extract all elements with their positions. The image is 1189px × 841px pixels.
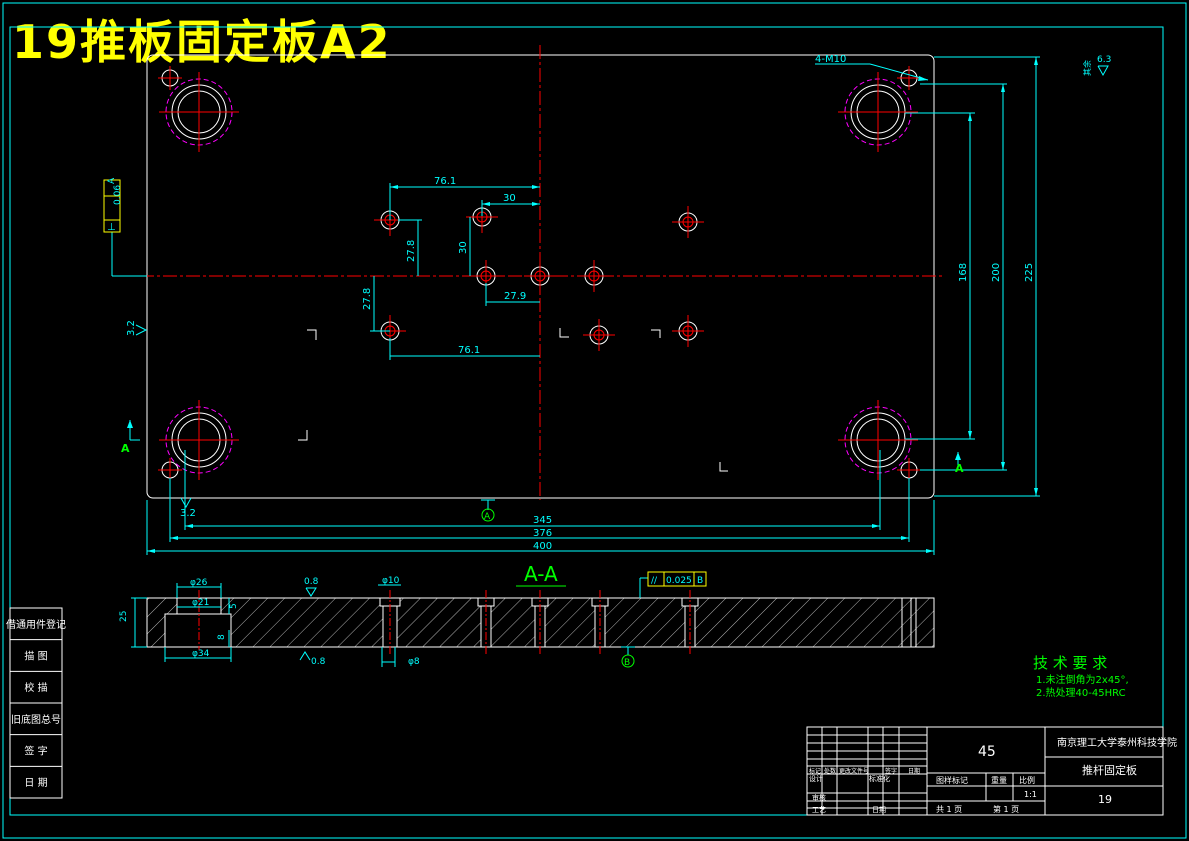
tb-design: 设计 [809,774,823,783]
roughness-bottom: 3.2 [180,508,196,519]
par-value: 0.025 [666,576,692,586]
tb-row-2: 处数 [824,767,836,775]
technical-requirements: 技 术 要 求 1.未注倒角为2x45°, 2.热处理40-45HRC [1033,654,1129,699]
tb-col-1: 图样标记 [936,775,968,785]
dim-376: 376 [533,528,552,539]
roughness-left: 3.2 [126,320,137,336]
dim-400: 400 [533,541,552,552]
par-symbol: // [651,576,658,586]
hole-note: 4-M10 [815,54,846,65]
tb-check: 审核 [812,793,826,802]
ejector-hole-8 [583,319,615,351]
tb-sheet-total: 共 1 页 [936,805,962,814]
side-table-cell-4: 旧底图总号 [11,713,61,726]
section-view: A-A [146,562,935,655]
parallelism-frame: // 0.025 B [647,571,707,587]
tb-date: 日期 [872,806,886,814]
section-marker-right: A [955,462,964,475]
dim-225: 225 [1024,263,1035,282]
ejector-hole-6 [578,260,610,292]
dim-d26: φ26 [190,578,208,588]
dim-27-9: 27.9 [504,291,526,302]
tech-line-1: 1.未注倒角为2x45°, [1036,673,1129,686]
tb-part-name: 推杆固定板 [1082,763,1137,777]
inner-frame [9,26,1164,816]
dim-5: 5 [229,603,239,609]
tb-col-3: 比例 [1019,775,1035,785]
section-marker-left: A [121,442,130,455]
cad-drawing[interactable]: 76.1 30 30 27.8 27.8 27.9 76.1 345 376 4… [0,0,1189,841]
side-table-cell-3: 校 描 [24,681,47,694]
tb-row-1: 标记 [809,767,821,775]
perp-ref: A [107,177,117,184]
dim-30-v: 30 [458,241,469,254]
tb-col-2: 重量 [991,775,1007,785]
datum-a: A [484,512,491,522]
roughness-bottom-sec: 0.8 [311,657,326,667]
perp-symbol: ⊥ [107,222,116,233]
tb-row-4: 签字 [885,767,897,775]
side-table: 借通用件登记描 图校 描旧底图总号签 字日 期 [6,607,66,799]
par-ref: B [697,576,703,586]
tb-material: 45 [978,744,996,760]
screw-hole-2 [897,66,921,90]
section-hole-1 [379,590,401,655]
dim-d21: φ21 [192,598,209,608]
tb-process: 工艺 [812,806,826,814]
tb-drawing-no: 19 [1098,793,1112,806]
dim-8-left: 8 [217,634,227,640]
tb-row-3: 更改文件号 [839,767,869,775]
ejector-hole-3 [672,206,704,238]
perpendicularity-frame: A 0.06 ⊥ [103,177,123,233]
tb-school: 南京理工大学泰州科技学院 [1057,736,1177,749]
tb-row-5: 日期 [908,767,920,775]
dim-168: 168 [958,263,969,282]
dim-d8: φ8 [408,657,420,667]
ejector-hole-5 [524,260,556,292]
tb-sheet: 第 1 页 [993,804,1019,814]
side-table-cell-5: 签 字 [24,745,47,758]
dim-345: 345 [533,515,552,526]
roughness-value: 6.3 [1097,55,1111,65]
dim-76-1-bottom: 76.1 [458,345,480,356]
guide-hole-4 [838,400,918,480]
datum-b: B [624,658,630,668]
dim-30-h: 30 [503,193,516,204]
dim-200: 200 [991,263,1002,282]
dim-27-8-top: 27.8 [406,240,417,262]
roughness-top: 0.8 [304,577,319,587]
dimension-arrows [127,57,1038,553]
perp-value: 0.06 [113,185,123,205]
roughness-prefix: 其余 [1082,60,1092,76]
tech-line-2: 2.热处理40-45HRC [1036,686,1126,699]
section-label: A-A [524,562,558,586]
side-table-cell-2: 描 图 [24,650,47,663]
dim-76-1-top: 76.1 [434,176,456,187]
hidden-marks [298,328,728,472]
tb-std: 标准化 [869,774,890,783]
side-table-cell-1: 借通用件登记 [6,618,66,631]
guide-hole-2 [838,72,918,152]
dim-d34: φ34 [192,649,210,659]
dim-27-8-left: 27.8 [362,288,373,310]
side-table-cell-6: 日 期 [24,777,47,789]
dim-25: 25 [119,611,129,622]
guide-hole-3 [159,400,239,480]
dim-d10: φ10 [382,576,400,586]
tb-scale: 1:1 [1024,790,1037,799]
plan-view [140,45,945,500]
tech-title: 技 术 要 求 [1033,654,1107,672]
ejector-hole-9 [672,315,704,347]
plan-dimensions [111,56,1109,555]
guide-hole-1 [159,72,239,152]
